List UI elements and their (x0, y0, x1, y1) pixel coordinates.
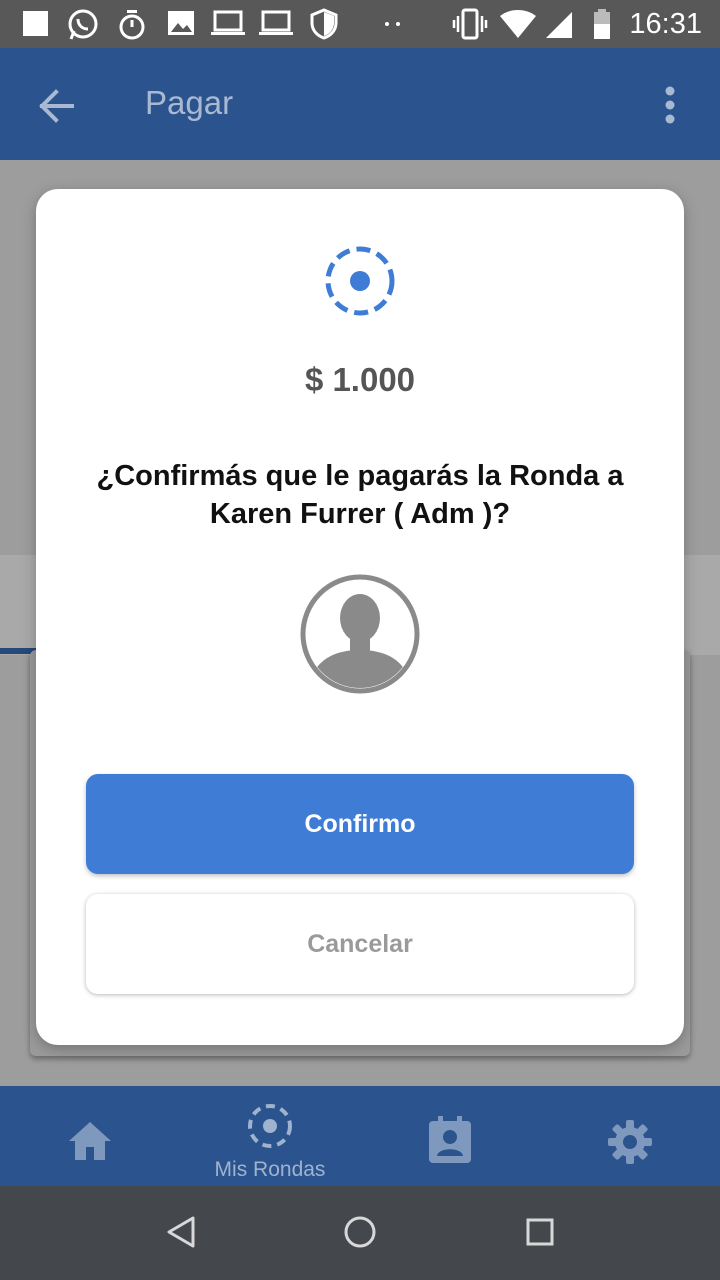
nav-item-home[interactable] (40, 1086, 140, 1186)
vibrate-icon (452, 8, 488, 40)
app-bar: Pagar (0, 48, 720, 160)
gear-icon (608, 1120, 652, 1164)
page-title: Pagar (145, 84, 234, 121)
wifi-icon (500, 10, 536, 38)
status-time: 16:31 (629, 8, 702, 40)
ronda-icon (248, 1104, 292, 1148)
more-vert-icon[interactable] (664, 86, 676, 126)
confirm-payment-dialog: $ 1.000 ¿Confirmás que le pagarás la Ron… (36, 189, 684, 1045)
notification-square-icon (23, 11, 48, 36)
home-circle-icon[interactable] (342, 1213, 378, 1253)
payment-amount: $ 1.000 (304, 361, 416, 398)
arrow-back-icon[interactable] (36, 86, 76, 126)
cancel-button[interactable]: Cancelar (86, 894, 634, 994)
avatar (300, 574, 420, 694)
status-bar: 16:31 (0, 0, 720, 48)
stopwatch-icon (119, 10, 145, 40)
more-dots-icon (385, 22, 400, 26)
signal-icon (546, 12, 572, 38)
shield-icon (310, 8, 338, 40)
recents-square-icon[interactable] (524, 1213, 556, 1253)
bottom-nav: Mis Rondas (0, 1086, 720, 1186)
battery-icon (594, 9, 610, 39)
confirmation-question: ¿Confirmás que le pagarás la Ronda a Kar… (96, 460, 624, 530)
contact-calendar-icon (429, 1116, 471, 1163)
whatsapp-icon (68, 9, 98, 40)
confirm-button[interactable]: Confirmo (86, 774, 634, 874)
nav-item-contacts[interactable] (400, 1086, 500, 1186)
nav-item-mis-rondas[interactable]: Mis Rondas (200, 1086, 340, 1186)
image-icon (168, 11, 194, 35)
system-nav-bar (0, 1186, 720, 1280)
laptop-icon (211, 10, 245, 35)
ronda-logo-icon (325, 246, 395, 316)
back-triangle-icon[interactable] (164, 1213, 198, 1253)
nav-label-mis-rondas: Mis Rondas (214, 1158, 326, 1181)
nav-item-settings[interactable] (580, 1086, 680, 1186)
home-icon (69, 1122, 111, 1160)
laptop-icon (259, 10, 293, 35)
